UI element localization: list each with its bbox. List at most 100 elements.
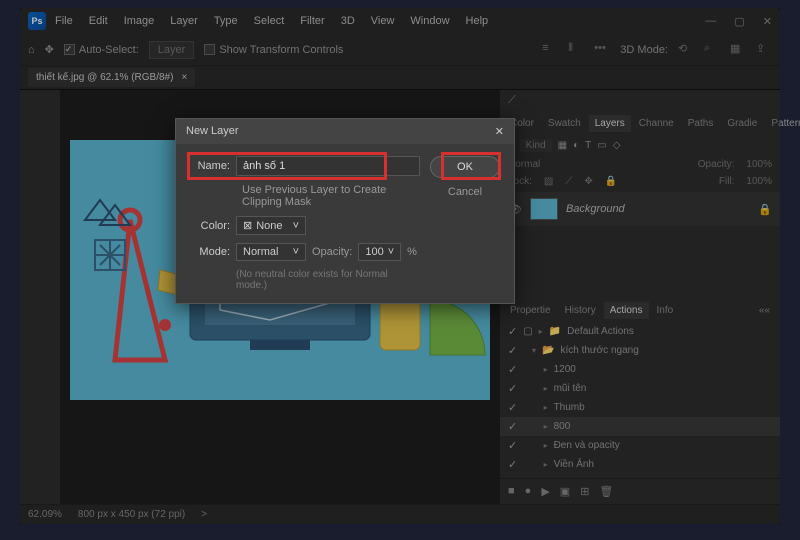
lock-transparent-icon[interactable]: ▨ (544, 176, 553, 187)
menu-type[interactable]: Type (207, 12, 245, 30)
show-transform-checkbox[interactable]: Show Transform Controls (204, 44, 343, 56)
tab-close-icon[interactable]: × (181, 72, 187, 83)
status-bar: 62.09% 800 px x 450 px (72 ppi) > (20, 504, 780, 524)
opacity-input[interactable]: 100˅ (358, 243, 401, 261)
filter-smart-icon[interactable]: ◇ (613, 140, 621, 151)
home-icon[interactable]: ⌂ (28, 44, 35, 56)
filter-adjust-icon[interactable]: ◐ (573, 140, 579, 151)
options-bar: ⌂ ✥ Auto-Select: Layer Show Transform Co… (20, 34, 780, 66)
tab-paths[interactable]: Paths (682, 115, 720, 132)
action-item[interactable]: ✓ ▸1200 (500, 360, 780, 379)
zoom-level[interactable]: 62.09% (28, 509, 62, 520)
panel-collapse-icon[interactable]: «« (753, 302, 776, 319)
app-logo: Ps (28, 12, 46, 30)
tab-history[interactable]: History (559, 302, 602, 319)
minimize-icon[interactable]: — (705, 15, 716, 28)
action-item[interactable]: ✓ ▸800 (500, 417, 780, 436)
name-label: Name: (190, 160, 230, 172)
opacity-label-dlg: Opacity: (312, 246, 352, 258)
new-action-icon[interactable]: ⊞ (580, 485, 589, 498)
record-icon[interactable]: ● (525, 485, 532, 498)
fill-label: Fill: (719, 176, 735, 187)
move-tool-icon[interactable]: ✥ (45, 43, 54, 56)
menu-filter[interactable]: Filter (293, 12, 331, 30)
new-layer-dialog: New Layer ✕ Name: Use Previous Layer to … (175, 118, 515, 304)
auto-select-target[interactable]: Layer (149, 41, 195, 59)
menu-bar: Ps File Edit Image Layer Type Select Fil… (20, 8, 780, 34)
name-input[interactable] (236, 156, 420, 176)
share-icon[interactable]: ⇪ (756, 42, 772, 58)
action-default[interactable]: ✓▢▸📁Default Actions (500, 322, 780, 341)
tab-patterns[interactable]: Patterns (765, 115, 800, 132)
search-icon[interactable]: ⌕ (704, 42, 720, 58)
dialog-close-icon[interactable]: ✕ (495, 125, 504, 138)
orbit-icon[interactable]: ⟲ (678, 42, 694, 58)
color-label: Color: (190, 220, 230, 232)
play-icon[interactable]: ▶ (541, 485, 549, 498)
opacity-unit: % (407, 246, 417, 258)
mode-hint: (No neutral color exists for Normal mode… (190, 269, 420, 291)
mode-3d-label: 3D Mode: (620, 44, 668, 56)
tab-actions[interactable]: Actions (604, 302, 649, 319)
tab-swatch[interactable]: Swatch (542, 115, 587, 132)
menu-help[interactable]: Help (459, 12, 496, 30)
document-tab[interactable]: thiết kế.jpg @ 62.1% (RGB/8#) × (28, 68, 195, 87)
layers-panel-tabs: Color Swatch Layers Channe Paths Gradie … (500, 111, 780, 135)
clipping-mask-label: Use Previous Layer to Create Clipping Ma… (242, 184, 420, 208)
kind-select[interactable]: Kind (520, 139, 552, 152)
tab-gradients[interactable]: Gradie (721, 115, 763, 132)
mode-label: Mode: (190, 246, 230, 258)
action-item[interactable]: ✓ ▸Thumb (500, 398, 780, 417)
blend-mode-select-dlg[interactable]: Normal˅ (236, 243, 306, 261)
menu-window[interactable]: Window (403, 12, 456, 30)
right-panels: ⟋ Color Swatch Layers Channe Paths Gradi… (500, 90, 780, 504)
lock-icon[interactable]: 🔒 (758, 203, 772, 216)
actions-panel-tabs: Propertie History Actions Info «« (500, 298, 780, 322)
document-title: thiết kế.jpg @ 62.1% (RGB/8#) (36, 72, 173, 83)
action-item[interactable]: ✓ ▸Viền Ảnh (500, 455, 780, 474)
actions-footer: ■ ● ▶ ▣ ⊞ 🗑 (500, 478, 780, 504)
fill-value[interactable]: 100% (746, 176, 772, 187)
info-chevron-icon[interactable]: > (201, 509, 207, 520)
tools-panel[interactable] (20, 90, 60, 504)
action-folder[interactable]: ✓ ▾📂kích thước ngang (500, 341, 780, 360)
stop-icon[interactable]: ■ (508, 485, 515, 498)
layer-background[interactable]: 👁 Background 🔒 (500, 192, 780, 226)
menu-3d[interactable]: 3D (334, 12, 362, 30)
trash-icon[interactable]: 🗑 (599, 485, 613, 498)
tab-layers[interactable]: Layers (589, 115, 631, 132)
menu-view[interactable]: View (364, 12, 402, 30)
maximize-icon[interactable]: ▢ (734, 15, 744, 28)
workspace-icon[interactable]: ▦ (730, 42, 746, 58)
more-icon[interactable]: ••• (594, 42, 610, 58)
filter-pixel-icon[interactable]: ▦ (558, 140, 567, 151)
menu-select[interactable]: Select (247, 12, 292, 30)
menu-layer[interactable]: Layer (163, 12, 205, 30)
ok-button[interactable]: OK (430, 156, 500, 178)
lock-position-icon[interactable]: ✥ (584, 176, 592, 187)
menu-edit[interactable]: Edit (82, 12, 115, 30)
menu-image[interactable]: Image (117, 12, 162, 30)
filter-type-icon[interactable]: T (585, 140, 591, 151)
menu-file[interactable]: File (48, 12, 80, 30)
opacity-value[interactable]: 100% (746, 159, 772, 170)
lock-all-icon[interactable]: 🔒 (605, 176, 617, 187)
layer-thumbnail (530, 198, 558, 220)
close-icon[interactable]: ✕ (763, 15, 772, 28)
filter-shape-icon[interactable]: ▭ (597, 140, 606, 151)
action-item[interactable]: ✓ ▸Đen và opacity (500, 436, 780, 455)
lock-paint-icon[interactable]: ⟋ (565, 176, 572, 187)
distribute-icon[interactable]: ⫴ (568, 42, 584, 58)
new-set-icon[interactable]: ▣ (560, 485, 570, 498)
document-dimensions: 800 px x 450 px (72 ppi) (78, 509, 185, 520)
cancel-button[interactable]: Cancel (430, 186, 500, 198)
auto-select-checkbox[interactable]: Auto-Select: (64, 44, 139, 56)
align-icon[interactable]: ≡ (542, 42, 558, 58)
tab-info[interactable]: Info (651, 302, 680, 319)
tab-channels[interactable]: Channe (633, 115, 680, 132)
layer-color-select[interactable]: ⊠None˅ (236, 216, 306, 235)
brush-icon[interactable]: ⟋ (500, 90, 780, 111)
action-item[interactable]: ✓ ▸mũi tên (500, 379, 780, 398)
tab-properties[interactable]: Propertie (504, 302, 557, 319)
opacity-label: Opacity: (698, 159, 735, 170)
